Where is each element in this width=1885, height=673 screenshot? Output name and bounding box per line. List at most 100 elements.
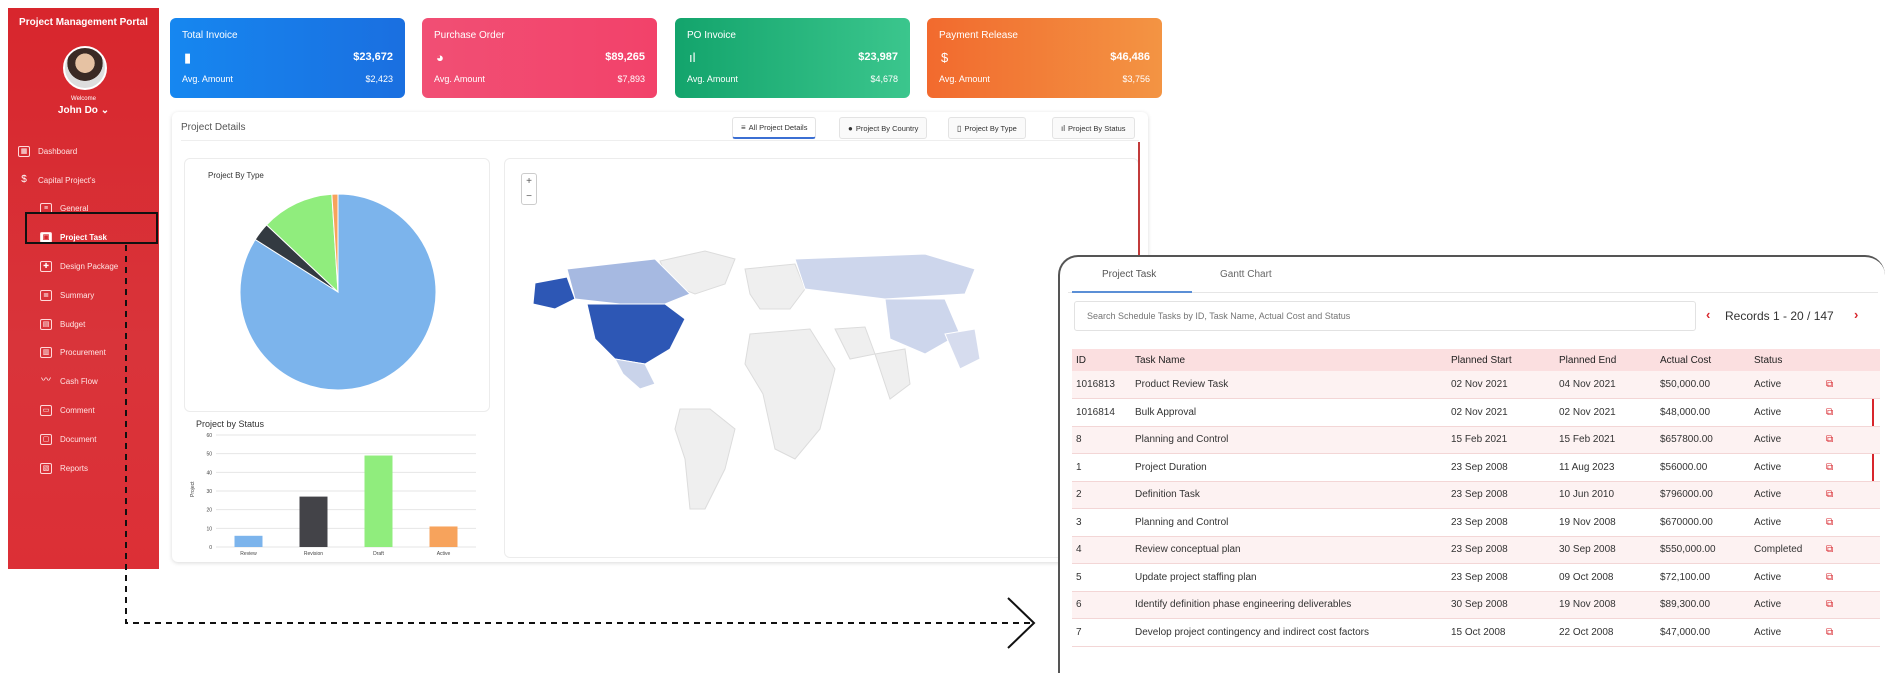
y-tick-label: 50 — [206, 452, 212, 458]
x-tick-label: Active — [437, 551, 451, 557]
tab-project-task[interactable]: Project Task — [1102, 269, 1156, 280]
edit-icon[interactable]: ⧉ — [1826, 517, 1833, 528]
map-region-russia — [794, 253, 976, 300]
kpi-card-total-invoice[interactable]: Total Invoice ▮ $23,672 Avg. Amount $2,423 — [170, 18, 405, 98]
tab-project-by-country[interactable]: ● Project By Country — [839, 117, 928, 139]
kpi-value: $23,987 — [858, 51, 898, 63]
table-cell: 11 Aug 2023 — [1555, 453, 1656, 482]
edit-cell: ⧉ — [1822, 481, 1880, 509]
table-cell: $48,000.00 — [1656, 398, 1750, 427]
kpi-card-po-invoice[interactable]: PO Invoice ıl $23,987 Avg. Amount $4,678 — [675, 18, 910, 98]
map-region-china — [884, 298, 961, 355]
bar[interactable] — [234, 535, 263, 547]
file-icon: ▮ — [184, 50, 192, 65]
sidebar-item-reports[interactable]: ▧ Reports — [8, 458, 159, 478]
column-header[interactable] — [1822, 349, 1880, 371]
map-region-europe — [744, 263, 806, 310]
tab-label: All Project Details — [748, 123, 808, 132]
list-icon: ≡ — [741, 123, 746, 132]
tab-all-project-details[interactable]: ≡ All Project Details — [732, 117, 817, 139]
sidebar-item-summary[interactable]: ≣ Summary — [8, 285, 159, 305]
edit-cell: ⧉ — [1822, 426, 1880, 454]
kpi-card-payment-release[interactable]: Payment Release $ $46,486 Avg. Amount $3,756 — [927, 18, 1162, 98]
search-input[interactable] — [1074, 301, 1696, 331]
table-cell: 8 — [1072, 426, 1131, 454]
table-row[interactable]: 4 Review conceptual plan 23 Sep 2008 30 Sep… — [1072, 536, 1880, 564]
next-page-button[interactable]: › — [1854, 307, 1858, 322]
kpi-sub-value: $3,756 — [1122, 74, 1150, 84]
column-header[interactable]: ID — [1072, 349, 1131, 371]
kpi-value: $23,672 — [353, 51, 393, 63]
summary-icon: ≣ — [40, 289, 52, 301]
sidebar-item-comment[interactable]: ▭ Comment — [8, 400, 159, 420]
tab-label: Project By Country — [855, 123, 919, 133]
bar-icon: ıl — [1061, 123, 1065, 133]
edit-icon[interactable]: ⧉ — [1826, 407, 1833, 418]
username-dropdown[interactable]: John Do ⌄ — [8, 105, 159, 116]
prev-page-button[interactable]: ‹ — [1706, 307, 1710, 322]
bar[interactable] — [429, 526, 458, 547]
table-cell: Active — [1750, 618, 1822, 647]
kpi-sub-value: $2,423 — [365, 74, 393, 84]
table-row[interactable]: 3 Planning and Control 23 Sep 2008 19 Nov 2… — [1072, 508, 1880, 537]
edit-cell: ⧉ — [1822, 453, 1880, 482]
tab-gantt-chart[interactable]: Gantt Chart — [1220, 269, 1272, 280]
column-header[interactable]: Planned End — [1555, 349, 1656, 371]
edit-icon[interactable]: ⧉ — [1826, 572, 1833, 583]
table-row[interactable]: 1 Project Duration 23 Sep 2008 11 Aug 2023 $… — [1072, 453, 1880, 482]
sidebar: Project Management Portal Welcome John D… — [8, 8, 159, 569]
sidebar-item-label: Summary — [60, 290, 95, 300]
sidebar-item-capital-project-s[interactable]: $ Capital Project's — [8, 170, 159, 190]
bar[interactable] — [364, 455, 393, 547]
y-tick-label: 20 — [206, 508, 212, 514]
edit-icon[interactable]: ⧉ — [1826, 462, 1833, 473]
table-row[interactable]: 8 Planning and Control 15 Feb 2021 15 Feb 2… — [1072, 426, 1880, 454]
table-cell: 02 Nov 2021 — [1447, 371, 1555, 399]
tab-project-by-type[interactable]: ▯ Project By Type — [948, 117, 1026, 139]
pie-chart — [239, 193, 437, 391]
edit-icon[interactable]: ⧉ — [1826, 434, 1833, 445]
column-header[interactable]: Status — [1750, 349, 1822, 371]
y-tick-label: 30 — [206, 489, 212, 495]
edit-icon[interactable]: ⧉ — [1826, 599, 1833, 610]
y-tick-label: 10 — [206, 526, 212, 532]
bar[interactable] — [299, 496, 328, 547]
edit-icon[interactable]: ⧉ — [1826, 544, 1833, 555]
table-row[interactable]: 5 Update project staffing plan 23 Sep 2008… — [1072, 563, 1880, 592]
records-count: Records 1 - 20 / 147 — [1725, 309, 1834, 323]
edit-icon[interactable]: ⧉ — [1826, 379, 1833, 390]
panel-title: Project Details — [181, 122, 246, 133]
table-cell: $550,000.00 — [1656, 536, 1750, 564]
table-cell: Active — [1750, 508, 1822, 537]
reports-icon: ▧ — [40, 462, 52, 474]
column-header[interactable]: Actual Cost — [1656, 349, 1750, 371]
kpi-card-purchase-order[interactable]: Purchase Order ◕ $89,265 Avg. Amount $7,893 — [422, 18, 657, 98]
avatar[interactable] — [63, 46, 107, 90]
sidebar-item-label: Comment — [60, 405, 95, 415]
table-cell: $72,100.00 — [1656, 563, 1750, 592]
sidebar-item-procurement[interactable]: ▥ Procurement — [8, 342, 159, 362]
sidebar-item-design-package[interactable]: ✚ Design Package — [8, 256, 159, 276]
sidebar-item-budget[interactable]: ▤ Budget — [8, 314, 159, 334]
table-row[interactable]: 7 Develop project contingency and indirec… — [1072, 618, 1880, 647]
table-row[interactable]: 1016813 Product Review Task 02 Nov 2021 04 … — [1072, 371, 1880, 399]
trend-icon: 〰 — [41, 374, 51, 386]
map-region-alaska — [532, 276, 576, 310]
column-header[interactable]: Planned Start — [1447, 349, 1555, 371]
kpi-title: Payment Release — [939, 30, 1018, 41]
tab-project-by-status[interactable]: ıl Project By Status — [1052, 117, 1135, 139]
edit-icon[interactable]: ⧉ — [1826, 489, 1833, 500]
sidebar-item-dashboard[interactable]: ▦ Dashboard — [8, 141, 159, 161]
table-cell: Update project staffing plan — [1131, 563, 1447, 592]
table-row[interactable]: 6 Identify definition phase engineering d… — [1072, 591, 1880, 619]
table-row[interactable]: 1016814 Bulk Approval 02 Nov 2021 02 Nov 20… — [1072, 398, 1880, 427]
table-cell: Completed — [1750, 536, 1822, 564]
column-header[interactable]: Task Name — [1131, 349, 1447, 371]
dollar-icon: $ — [21, 173, 27, 185]
sidebar-item-document[interactable]: ▢ Document — [8, 429, 159, 449]
bar-chart: 0 10 20 30 40 50 60 Project Review Revision Draft A… — [190, 433, 476, 557]
sidebar-item-cash-flow[interactable]: 〰 Cash Flow — [8, 371, 159, 391]
table-row[interactable]: 2 Definition Task 23 Sep 2008 10 Jun 2010 $7… — [1072, 481, 1880, 509]
sidebar-item-label: Capital Project's — [38, 175, 96, 185]
edit-icon[interactable]: ⧉ — [1826, 627, 1833, 638]
